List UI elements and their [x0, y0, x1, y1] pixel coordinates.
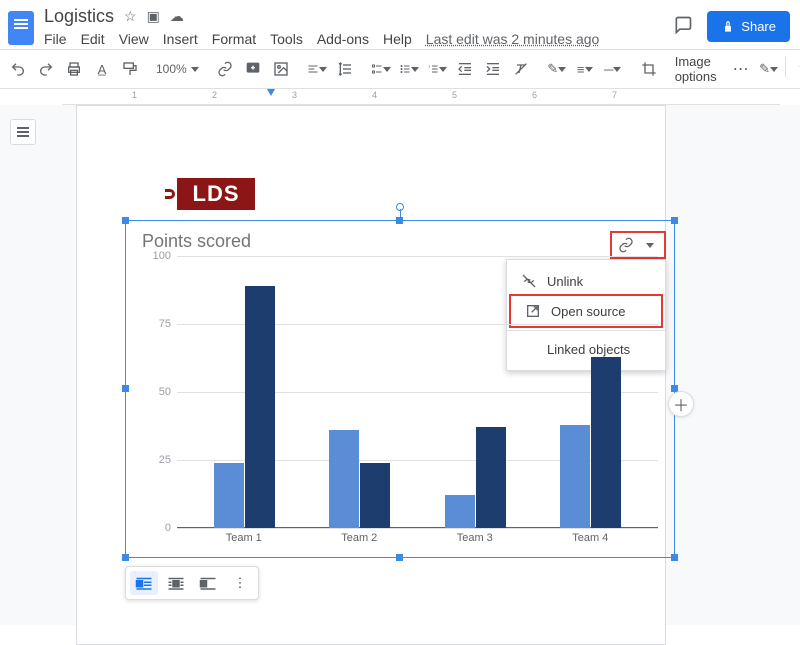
bar: [591, 357, 621, 528]
menu-tools[interactable]: Tools: [270, 31, 303, 47]
linked-chart-icon[interactable]: [616, 235, 636, 255]
bar: [476, 427, 506, 528]
linked-chart-controls: [610, 231, 666, 259]
bar: [245, 286, 275, 528]
checklist-icon[interactable]: [371, 57, 391, 81]
ruler-indent-marker-icon[interactable]: [267, 89, 275, 96]
last-edit-link[interactable]: Last edit was 2 minutes ago: [426, 31, 600, 47]
paint-format-icon[interactable]: [120, 57, 140, 81]
menu-edit[interactable]: Edit: [81, 31, 105, 47]
bullet-list-icon[interactable]: [399, 57, 419, 81]
document-title[interactable]: Logistics: [44, 6, 114, 27]
decrease-indent-icon[interactable]: [455, 57, 475, 81]
menu-help[interactable]: Help: [383, 31, 412, 47]
resize-handle[interactable]: [122, 554, 129, 561]
menu-insert[interactable]: Insert: [163, 31, 198, 47]
editing-mode-icon[interactable]: ✎: [759, 57, 779, 81]
resize-handle[interactable]: [122, 217, 129, 224]
chart-title: Points scored: [142, 231, 658, 252]
border-color-icon[interactable]: ✎: [547, 57, 567, 81]
clear-format-icon[interactable]: [511, 57, 531, 81]
chart-plot-area: 0255075100: [176, 256, 658, 528]
chart-x-axis: Team 1 Team 2 Team 3 Team 4: [176, 528, 658, 544]
bar: [560, 425, 590, 528]
bar: [445, 495, 475, 528]
more-tools-icon[interactable]: ⋯: [733, 59, 751, 79]
lds-logo-left-mark: [165, 189, 175, 199]
linked-chart-dropdown[interactable]: [640, 235, 660, 255]
line-spacing-icon[interactable]: [335, 57, 355, 81]
menu-bar: File Edit View Insert Format Tools Add-o…: [44, 27, 599, 47]
wrap-inline-icon[interactable]: [130, 571, 158, 595]
star-icon[interactable]: ☆: [124, 8, 137, 25]
cloud-status-icon[interactable]: ☁: [170, 8, 184, 25]
border-weight-icon[interactable]: ≡: [575, 57, 595, 81]
wrap-break-icon[interactable]: [194, 571, 222, 595]
x-tick-label: Team 1: [226, 532, 262, 544]
zoom-dropdown[interactable]: 100%: [156, 62, 199, 76]
add-content-side-button[interactable]: ＋: [668, 391, 694, 417]
insert-image-icon[interactable]: [271, 57, 291, 81]
undo-icon[interactable]: [8, 57, 28, 81]
resize-handle[interactable]: [122, 385, 129, 392]
bar: [360, 463, 390, 528]
menu-view[interactable]: View: [119, 31, 149, 47]
lds-logo: LDS: [177, 178, 255, 210]
border-dash-icon[interactable]: ─: [603, 57, 623, 81]
menu-addons[interactable]: Add-ons: [317, 31, 369, 47]
insert-link-icon[interactable]: [215, 57, 235, 81]
number-list-icon[interactable]: 1: [427, 57, 447, 81]
move-folder-icon[interactable]: ▣: [147, 8, 160, 25]
resize-handle[interactable]: [671, 217, 678, 224]
bar: [214, 463, 244, 528]
wrap-more-icon[interactable]: ⋮: [226, 571, 254, 595]
document-page[interactable]: LDS Unlink: [76, 105, 666, 645]
spellcheck-icon[interactable]: A̲: [92, 57, 112, 81]
print-icon[interactable]: [64, 57, 84, 81]
add-comment-icon[interactable]: [243, 57, 263, 81]
document-outline-button[interactable]: [10, 119, 36, 145]
wrap-text-icon[interactable]: [162, 571, 190, 595]
toolbar: A̲ 100% 1 ✎ ≡ ─ Image options ⋯ ✎ ˆ: [0, 49, 800, 89]
docs-app-icon[interactable]: [8, 11, 34, 45]
bar: [329, 430, 359, 528]
share-button-label: Share: [741, 19, 776, 34]
increase-indent-icon[interactable]: [483, 57, 503, 81]
hide-menus-icon[interactable]: ˆ: [792, 57, 800, 81]
image-options-button[interactable]: Image options: [675, 54, 717, 84]
align-dropdown-icon[interactable]: [307, 57, 327, 81]
resize-handle[interactable]: [396, 554, 403, 561]
document-canvas: LDS Unlink: [0, 105, 800, 625]
share-button[interactable]: Share: [707, 11, 790, 42]
horizontal-ruler[interactable]: 1 2 3 4 5 6 7: [62, 89, 780, 105]
x-tick-label: Team 2: [341, 532, 377, 544]
embedded-chart[interactable]: Unlink Open source Linked objects Points…: [125, 220, 675, 558]
x-tick-label: Team 3: [457, 532, 493, 544]
menu-file[interactable]: File: [44, 31, 67, 47]
x-tick-label: Team 4: [572, 532, 608, 544]
svg-text:1: 1: [428, 64, 431, 69]
menu-format[interactable]: Format: [212, 31, 256, 47]
comments-icon[interactable]: [673, 15, 693, 38]
resize-handle[interactable]: [671, 554, 678, 561]
crop-icon[interactable]: [639, 57, 659, 81]
redo-icon[interactable]: [36, 57, 56, 81]
resize-handle[interactable]: [396, 217, 403, 224]
